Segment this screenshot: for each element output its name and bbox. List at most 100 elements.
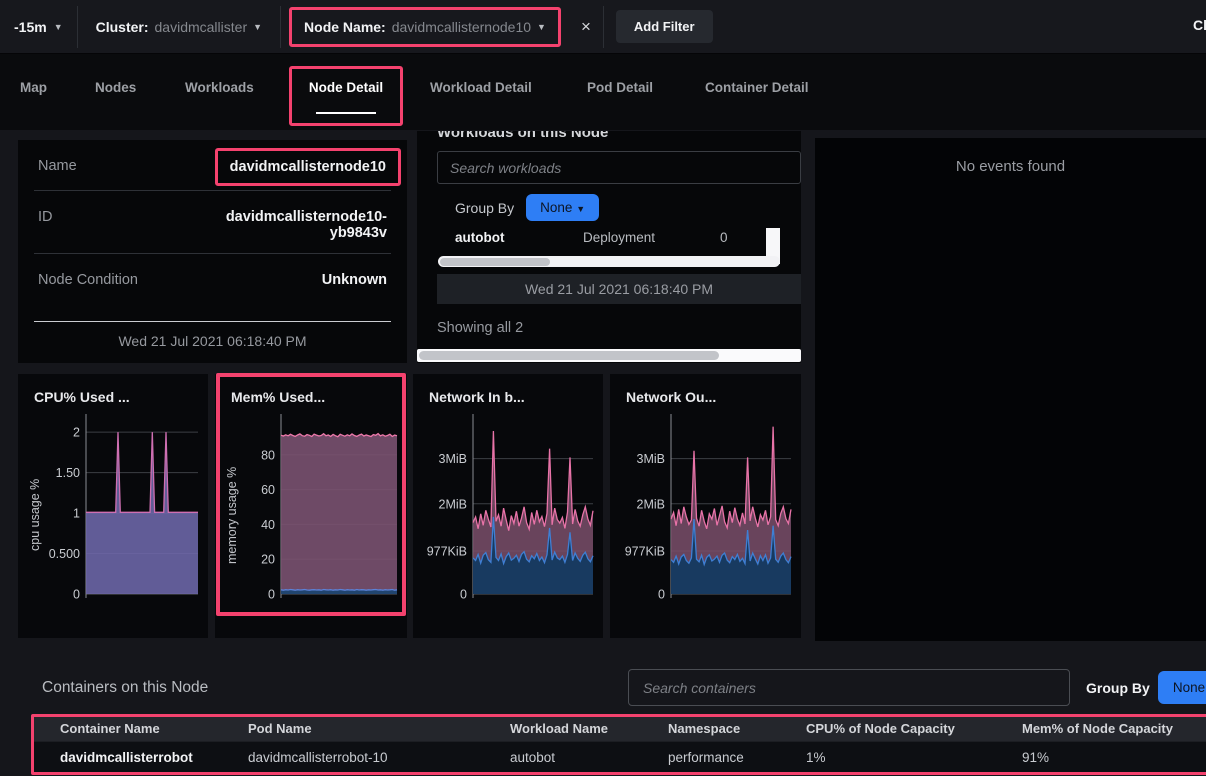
remove-filter-button[interactable]: × [569, 17, 603, 37]
chart-title: Mem% Used... [215, 374, 407, 405]
svg-text:977KiB: 977KiB [427, 544, 467, 558]
svg-text:0: 0 [73, 588, 80, 602]
cpu-usage-chart: 21.5010.5000 [46, 412, 204, 608]
workloads-panel-title: Workloads on this Node [437, 131, 801, 141]
workloads-timestamp: Wed 21 Jul 2021 06:18:40 PM [437, 274, 801, 304]
svg-text:977KiB: 977KiB [625, 544, 665, 558]
workloads-groupby-button[interactable]: None ▼ [526, 194, 599, 221]
header-mem-capacity: Mem% of Node Capacity [1022, 721, 1173, 736]
containers-groupby-button[interactable]: None [1158, 671, 1206, 704]
time-range-value: -15m [14, 19, 47, 35]
tab-workloads[interactable]: Workloads [185, 80, 254, 95]
svg-text:0: 0 [460, 588, 467, 602]
clear-link-clipped[interactable]: Cl [1193, 17, 1206, 33]
search-workloads-input[interactable] [437, 151, 801, 184]
tab-container-detail[interactable]: Container Detail [705, 80, 809, 95]
node-name-filter-dropdown[interactable]: Node Name: davidmcallisternode10 ▼ [289, 7, 561, 47]
svg-text:3MiB: 3MiB [439, 452, 467, 466]
svg-text:0.500: 0.500 [49, 547, 80, 561]
chevron-down-icon: ▼ [253, 22, 262, 32]
divider [603, 6, 604, 48]
horizontal-scrollbar[interactable] [438, 256, 780, 267]
info-label: ID [38, 204, 53, 225]
groupby-label: Group By [455, 200, 514, 216]
workloads-groupby-row: Group By None ▼ [455, 194, 801, 221]
header-workload-name: Workload Name [510, 721, 608, 736]
tab-nodes[interactable]: Nodes [95, 80, 136, 95]
info-label: Name [38, 153, 77, 174]
workloads-showing-text: Showing all 2 [437, 320, 801, 336]
header-pod-name: Pod Name [248, 721, 312, 736]
workloads-panel: Workloads on this Node Group By None ▼ a… [417, 131, 801, 363]
app-root: -15m ▼ Cluster: davidmcallister ▼ Node N… [0, 0, 1206, 776]
svg-text:0: 0 [268, 588, 275, 602]
node-name-filter-value: davidmcallisternode10 [392, 19, 531, 35]
cell-namespace: performance [668, 750, 744, 765]
svg-text:2MiB: 2MiB [637, 497, 665, 511]
containers-table: Container Name Pod Name Workload Name Na… [31, 714, 1206, 775]
groupby-value: None [540, 200, 572, 215]
network-out-chart: 3MiB 2MiB 977KiB 0 [617, 412, 797, 608]
info-timestamp: Wed 21 Jul 2021 06:18:40 PM [34, 321, 391, 363]
svg-text:1.50: 1.50 [56, 466, 80, 480]
info-label: Node Condition [38, 267, 138, 288]
divider [280, 6, 281, 48]
svg-text:60: 60 [261, 483, 275, 497]
cell-workload-name: autobot [510, 750, 555, 765]
containers-table-row[interactable]: davidmcallisterrobot davidmcallisterrobo… [34, 741, 1206, 772]
cell-cpu-capacity: 1% [806, 750, 826, 765]
chevron-down-icon: ▼ [576, 204, 585, 214]
workload-count: 0 [720, 230, 728, 245]
svg-text:2MiB: 2MiB [439, 497, 467, 511]
chart-card-network-in[interactable]: Network In b... 3MiB 2MiB 977KiB 0 [413, 374, 603, 638]
tab-node-detail-label: Node Detail [309, 80, 383, 95]
scrollbar-thumb[interactable] [440, 258, 550, 266]
info-row-condition: Node Condition Unknown [34, 254, 391, 321]
chart-title: Network In b... [413, 374, 603, 405]
node-name-filter-label: Node Name: [304, 19, 386, 35]
panel-horizontal-scrollbar[interactable] [417, 349, 801, 362]
chart-card-memory[interactable]: Mem% Used... memory usage % 80 60 40 20 0 [215, 374, 407, 638]
search-containers-input[interactable] [628, 669, 1070, 706]
network-in-chart: 3MiB 2MiB 977KiB 0 [419, 412, 599, 608]
scrollbar-thumb[interactable] [419, 351, 719, 360]
info-row-name: Name davidmcallisternode10 [34, 140, 391, 191]
svg-text:3MiB: 3MiB [637, 452, 665, 466]
containers-section-title: Containers on this Node [42, 679, 208, 697]
workloads-title-clip: Workloads on this Node [437, 131, 801, 148]
y-axis-label: memory usage % [225, 432, 239, 598]
active-tab-underline [316, 112, 376, 114]
chart-title: Network Ou... [610, 374, 801, 405]
workload-table-row[interactable]: autobot Deployment 0 [417, 230, 801, 252]
tab-pod-detail[interactable]: Pod Detail [587, 80, 653, 95]
svg-text:0: 0 [658, 588, 665, 602]
header-cpu-capacity: CPU% of Node Capacity [806, 721, 955, 736]
workload-kind: Deployment [583, 230, 655, 245]
cluster-filter-dropdown[interactable]: Cluster: davidmcallister ▼ [78, 0, 280, 53]
svg-text:40: 40 [261, 518, 275, 532]
add-filter-button[interactable]: Add Filter [616, 10, 713, 43]
workload-name: autobot [455, 230, 505, 245]
chart-card-network-out[interactable]: Network Ou... 3MiB 2MiB 977KiB 0 [610, 374, 801, 638]
memory-usage-chart: 80 60 40 20 0 [245, 412, 403, 608]
svg-text:1: 1 [73, 507, 80, 521]
filter-bar: -15m ▼ Cluster: davidmcallister ▼ Node N… [0, 0, 1206, 54]
svg-text:80: 80 [261, 448, 275, 462]
tab-node-detail[interactable]: Node Detail [289, 66, 403, 126]
tab-map[interactable]: Map [20, 80, 47, 95]
tab-bar: Map Nodes Workloads Node Detail Workload… [0, 54, 1206, 130]
no-events-message: No events found [815, 138, 1206, 175]
events-panel: No events found [815, 138, 1206, 641]
node-name-value: davidmcallisternode10 [215, 148, 401, 186]
node-id-value: davidmcallisternode10-yb9843v [202, 204, 387, 241]
containers-table-header: Container Name Pod Name Workload Name Na… [34, 717, 1206, 741]
cluster-filter-label: Cluster: [96, 19, 149, 35]
time-range-dropdown[interactable]: -15m ▼ [0, 0, 77, 53]
cluster-filter-value: davidmcallister [155, 19, 248, 35]
svg-text:20: 20 [261, 553, 275, 567]
cell-pod-name: davidmcallisterrobot-10 [248, 750, 388, 765]
tab-workload-detail[interactable]: Workload Detail [430, 80, 532, 95]
chart-card-cpu[interactable]: CPU% Used ... cpu usage % 21.5010.5000 [18, 374, 208, 638]
groupby-label: Group By [1086, 680, 1150, 696]
info-row-id: ID davidmcallisternode10-yb9843v [34, 191, 391, 254]
